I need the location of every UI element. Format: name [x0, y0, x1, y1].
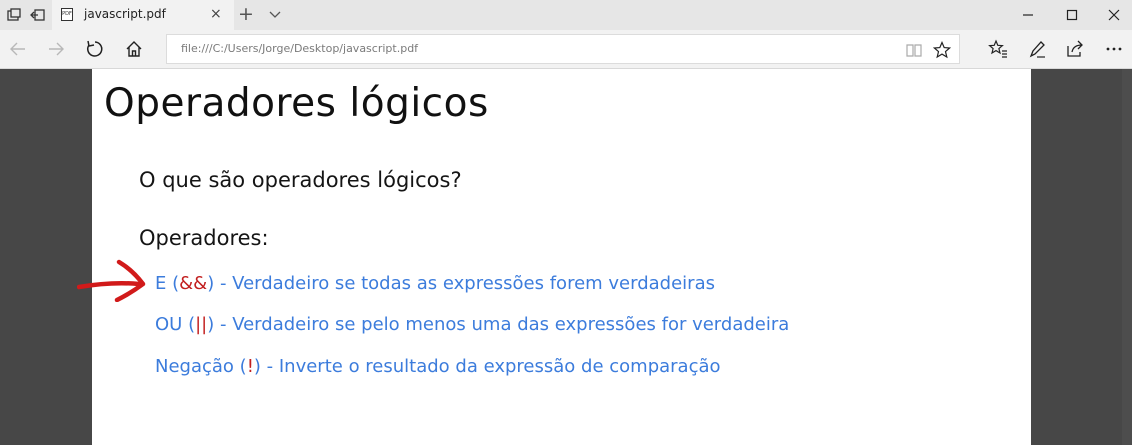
maximize-icon[interactable] [1062, 5, 1082, 25]
operator-description: ) - Inverte o resultado da expressão de … [253, 356, 721, 377]
favorites-hub-icon[interactable] [988, 39, 1008, 59]
reading-view-icon[interactable] [905, 41, 923, 59]
close-tab-icon[interactable]: × [210, 6, 222, 22]
tab-javascript-pdf[interactable]: PDF javascript.pdf × [52, 0, 234, 30]
new-tab-icon[interactable]: + [238, 3, 254, 25]
share-icon[interactable] [1065, 39, 1085, 59]
set-aside-tabs-icon[interactable] [30, 7, 46, 23]
operator-prefix: OU ( [155, 314, 196, 335]
tab-title: javascript.pdf [84, 7, 166, 21]
pen-icon[interactable] [1027, 39, 1047, 59]
url-text: file:///C:/Users/Jorge/Desktop/javascrip… [181, 42, 419, 55]
chevron-down-icon[interactable] [268, 7, 282, 21]
operators-heading: Operadores: [139, 226, 269, 250]
forward-icon[interactable] [46, 39, 66, 59]
address-bar[interactable]: file:///C:/Users/Jorge/Desktop/javascrip… [166, 34, 960, 64]
more-options-icon[interactable] [1104, 39, 1124, 59]
favorite-star-icon[interactable] [933, 41, 951, 59]
home-icon[interactable] [124, 39, 144, 59]
operator-not-line: Negação (!) - Inverte o resultado da exp… [155, 356, 721, 377]
operator-symbol: || [195, 314, 208, 335]
operator-prefix: E ( [155, 273, 180, 294]
scrollbar-track[interactable] [1122, 69, 1132, 445]
operator-description: ) - Verdadeiro se todas as expressões fo… [207, 273, 715, 294]
refresh-icon[interactable] [85, 39, 105, 59]
pdf-file-icon: PDF [61, 8, 73, 21]
operator-prefix: Negação ( [155, 356, 247, 377]
operator-and-line: E (&&) - Verdadeiro se todas as expressõ… [155, 273, 715, 294]
close-window-icon[interactable] [1104, 5, 1124, 25]
minimize-icon[interactable] [1018, 5, 1038, 25]
pdf-page: Operadores lógicos O que são operadores … [92, 69, 1031, 445]
annotation-arrow-icon [77, 259, 146, 302]
tab-strip: PDF javascript.pdf × + [0, 0, 1132, 30]
operator-symbol: && [179, 273, 208, 294]
back-icon[interactable] [8, 39, 28, 59]
operator-description: ) - Verdadeiro se pelo menos uma das exp… [207, 314, 790, 335]
operator-symbol: ! [246, 356, 254, 377]
operator-or-line: OU (||) - Verdadeiro se pelo menos uma d… [155, 314, 789, 335]
slide-title: Operadores lógicos [104, 81, 489, 126]
navigation-bar: file:///C:/Users/Jorge/Desktop/javascrip… [0, 30, 1132, 69]
tabs-icon[interactable] [6, 7, 22, 23]
question-text: O que são operadores lógicos? [139, 168, 462, 192]
